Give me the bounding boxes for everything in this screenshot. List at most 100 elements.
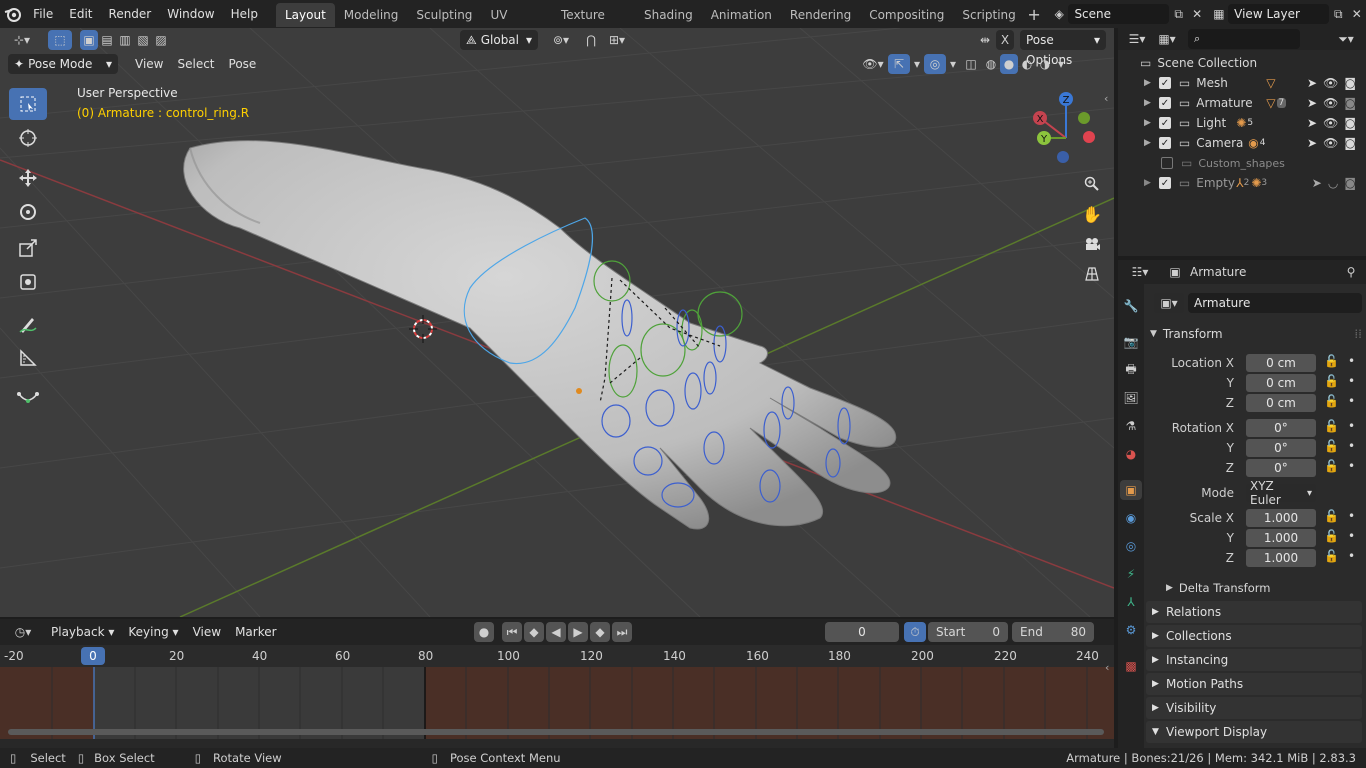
include-checkbox[interactable]: ✓ [1158,177,1171,189]
menu-view[interactable]: View [186,622,228,642]
wireframe-shading-icon[interactable]: ◍ [982,54,1000,74]
play-icon[interactable]: ▶ [568,622,588,642]
select-mode-new-icon[interactable]: ▣ [80,30,98,50]
tab-layout[interactable]: Layout [276,3,335,27]
transform-panel-header[interactable]: ▼ Transform ⁞⁞ [1150,324,1362,344]
object-browse-icon[interactable]: ▣▾ [1154,293,1184,313]
include-checkbox[interactable]: ✓ [1158,97,1171,109]
select-arrow-icon[interactable]: ➤ [1307,116,1317,130]
annotate-tool-icon[interactable] [9,308,47,340]
select-arrow-icon[interactable]: ➤ [1307,96,1317,110]
keyframe-dot-icon[interactable]: • [1348,354,1355,368]
select-arrow-icon[interactable]: ➤ [1312,176,1322,190]
timeline-track-area[interactable] [0,667,1114,739]
location-x-field[interactable]: 0 cm [1246,354,1316,372]
texture-tab-icon[interactable]: ▩ [1120,656,1142,676]
scene-icon[interactable]: ◈ [1050,4,1068,24]
viewport-display-panel[interactable]: ▼ Viewport Display [1146,721,1362,743]
bone-envelope-tool-icon[interactable] [9,382,47,414]
editor-type-icon[interactable]: ☰▾ [1122,29,1152,49]
solid-shading-icon[interactable]: ● [1000,54,1018,74]
menu-pose[interactable]: Pose [222,54,264,74]
scale-tool-icon[interactable] [9,232,47,264]
keyframe-dot-icon[interactable]: • [1348,509,1355,523]
select-mode-invert-icon[interactable]: ▧ [134,30,152,50]
filter-icon[interactable]: ⏷▾ [1332,29,1360,49]
object-icon[interactable]: ▣ [1164,262,1186,282]
expand-arrow-icon[interactable]: ▶ [1144,78,1151,88]
menu-render[interactable]: Render [101,0,160,28]
relations-panel[interactable]: ▶ Relations [1146,601,1362,623]
outliner-item-empty[interactable]: ▶ ✓ ▭ Empty ⅄ 2 ✺ 3 ➤ ◡ ◙ [1118,173,1366,193]
motion-paths-panel[interactable]: ▶ Motion Paths [1146,673,1362,695]
camera-view-icon[interactable] [1080,232,1104,256]
cursor-tool-icon[interactable] [9,122,47,154]
transform-orientation-dropdown[interactable]: ⟁ Global ▾ [460,30,538,50]
eye-icon[interactable]: 👁 [1323,96,1338,110]
blender-logo-icon[interactable] [0,0,25,28]
tab-uv-editing[interactable]: UV Editing [481,3,552,46]
menu-marker[interactable]: Marker [228,622,283,642]
tab-texture-paint[interactable]: Texture Paint [552,3,635,46]
object-data-tab-icon[interactable]: ⅄ [1120,592,1142,612]
menu-view[interactable]: View [128,54,170,74]
perspective-toggle-icon[interactable] [1080,262,1104,286]
menu-help[interactable]: Help [223,0,266,28]
menu-file[interactable]: File [25,0,61,28]
xray-icon[interactable]: ◫ [960,54,982,74]
object-tab-icon[interactable]: ▣ [1120,480,1142,500]
shading-dropdown-icon[interactable]: ▾ [1054,54,1068,74]
material-shading-icon[interactable]: ◐ [1018,54,1036,74]
keyframe-dot-icon[interactable]: • [1348,459,1355,473]
start-frame-field[interactable]: Start 0 [928,622,1008,642]
add-workspace-icon[interactable]: + [1025,4,1043,24]
collapse-sidebar-icon[interactable]: ‹ [1104,92,1108,105]
measure-tool-icon[interactable] [9,342,47,374]
frame-ruler[interactable]: -20 0 20 40 60 80 100 120 140 160 180 20… [0,645,1114,667]
tab-scripting[interactable]: Scripting [953,3,1024,27]
x-mirror-button[interactable]: X [996,30,1014,50]
collapse-region-icon[interactable]: ‹ [1105,661,1109,674]
lock-icon[interactable]: 🔓 [1324,354,1339,368]
mode-dropdown[interactable]: ✦ Pose Mode ▾ [8,54,118,74]
lock-icon[interactable]: 🔓 [1324,459,1339,473]
pan-hand-icon[interactable]: ✋ [1080,202,1104,226]
include-checkbox[interactable]: ✓ [1158,117,1171,129]
view-layer-field[interactable]: View Layer [1228,4,1330,24]
render-camera-icon[interactable]: ◙ [1344,76,1356,90]
keyframe-dot-icon[interactable]: • [1348,549,1355,563]
delta-transform-subpanel[interactable]: ▶ Delta Transform [1166,578,1362,598]
render-camera-icon[interactable]: ◙ [1344,116,1356,130]
jump-end-icon[interactable]: ⏭ [612,622,632,642]
gizmo-dropdown-icon[interactable]: ▾ [910,54,924,74]
editor-type-icon[interactable]: ⊹▾ [6,30,38,50]
jump-prev-keyframe-icon[interactable]: ◆ [524,622,544,642]
lock-icon[interactable]: 🔓 [1324,374,1339,388]
jump-next-keyframe-icon[interactable]: ◆ [590,622,610,642]
rotation-x-field[interactable]: 0° [1246,419,1316,437]
pin-icon[interactable]: ⚲ [1340,262,1362,282]
move-tool-icon[interactable] [9,162,47,194]
outliner-search-input[interactable]: ⌕ [1188,29,1300,49]
jump-start-icon[interactable]: ⏮ [502,622,522,642]
particles-tab-icon[interactable]: ◎ [1120,536,1142,556]
keyframe-dot-icon[interactable]: • [1348,529,1355,543]
keyframe-dot-icon[interactable]: • [1348,394,1355,408]
eye-closed-icon[interactable]: ◡ [1328,176,1338,190]
visibility-panel[interactable]: ▶ Visibility [1146,697,1362,719]
lock-icon[interactable]: 🔓 [1324,529,1339,543]
view-layer-icon[interactable]: ▦ [1210,4,1228,24]
tool-tab-icon[interactable]: 🔧 [1120,296,1142,316]
navigation-gizmo[interactable]: Z X Y [1026,88,1106,168]
current-frame-indicator[interactable]: 0 [81,647,105,665]
editor-type-icon[interactable]: ◷▾ [6,622,40,642]
properties-editor[interactable]: ☷▾ ▣ Armature ⚲ 🔧 📷 🖶 🖼 ⚗ ◕ ▣ ◉ ◎ ⚡ ⅄ ⚙ … [1118,260,1366,748]
lock-icon[interactable]: 🔓 [1324,419,1339,433]
collections-panel[interactable]: ▶ Collections [1146,625,1362,647]
current-frame-field[interactable]: 0 [825,622,899,642]
rotate-tool-icon[interactable] [9,196,47,228]
select-mode-extend-icon[interactable]: ▤ [98,30,116,50]
expand-arrow-icon[interactable]: ▶ [1144,118,1151,128]
close-scene-icon[interactable]: ✕ [1188,4,1206,24]
scale-y-field[interactable]: 1.000 [1246,529,1316,547]
